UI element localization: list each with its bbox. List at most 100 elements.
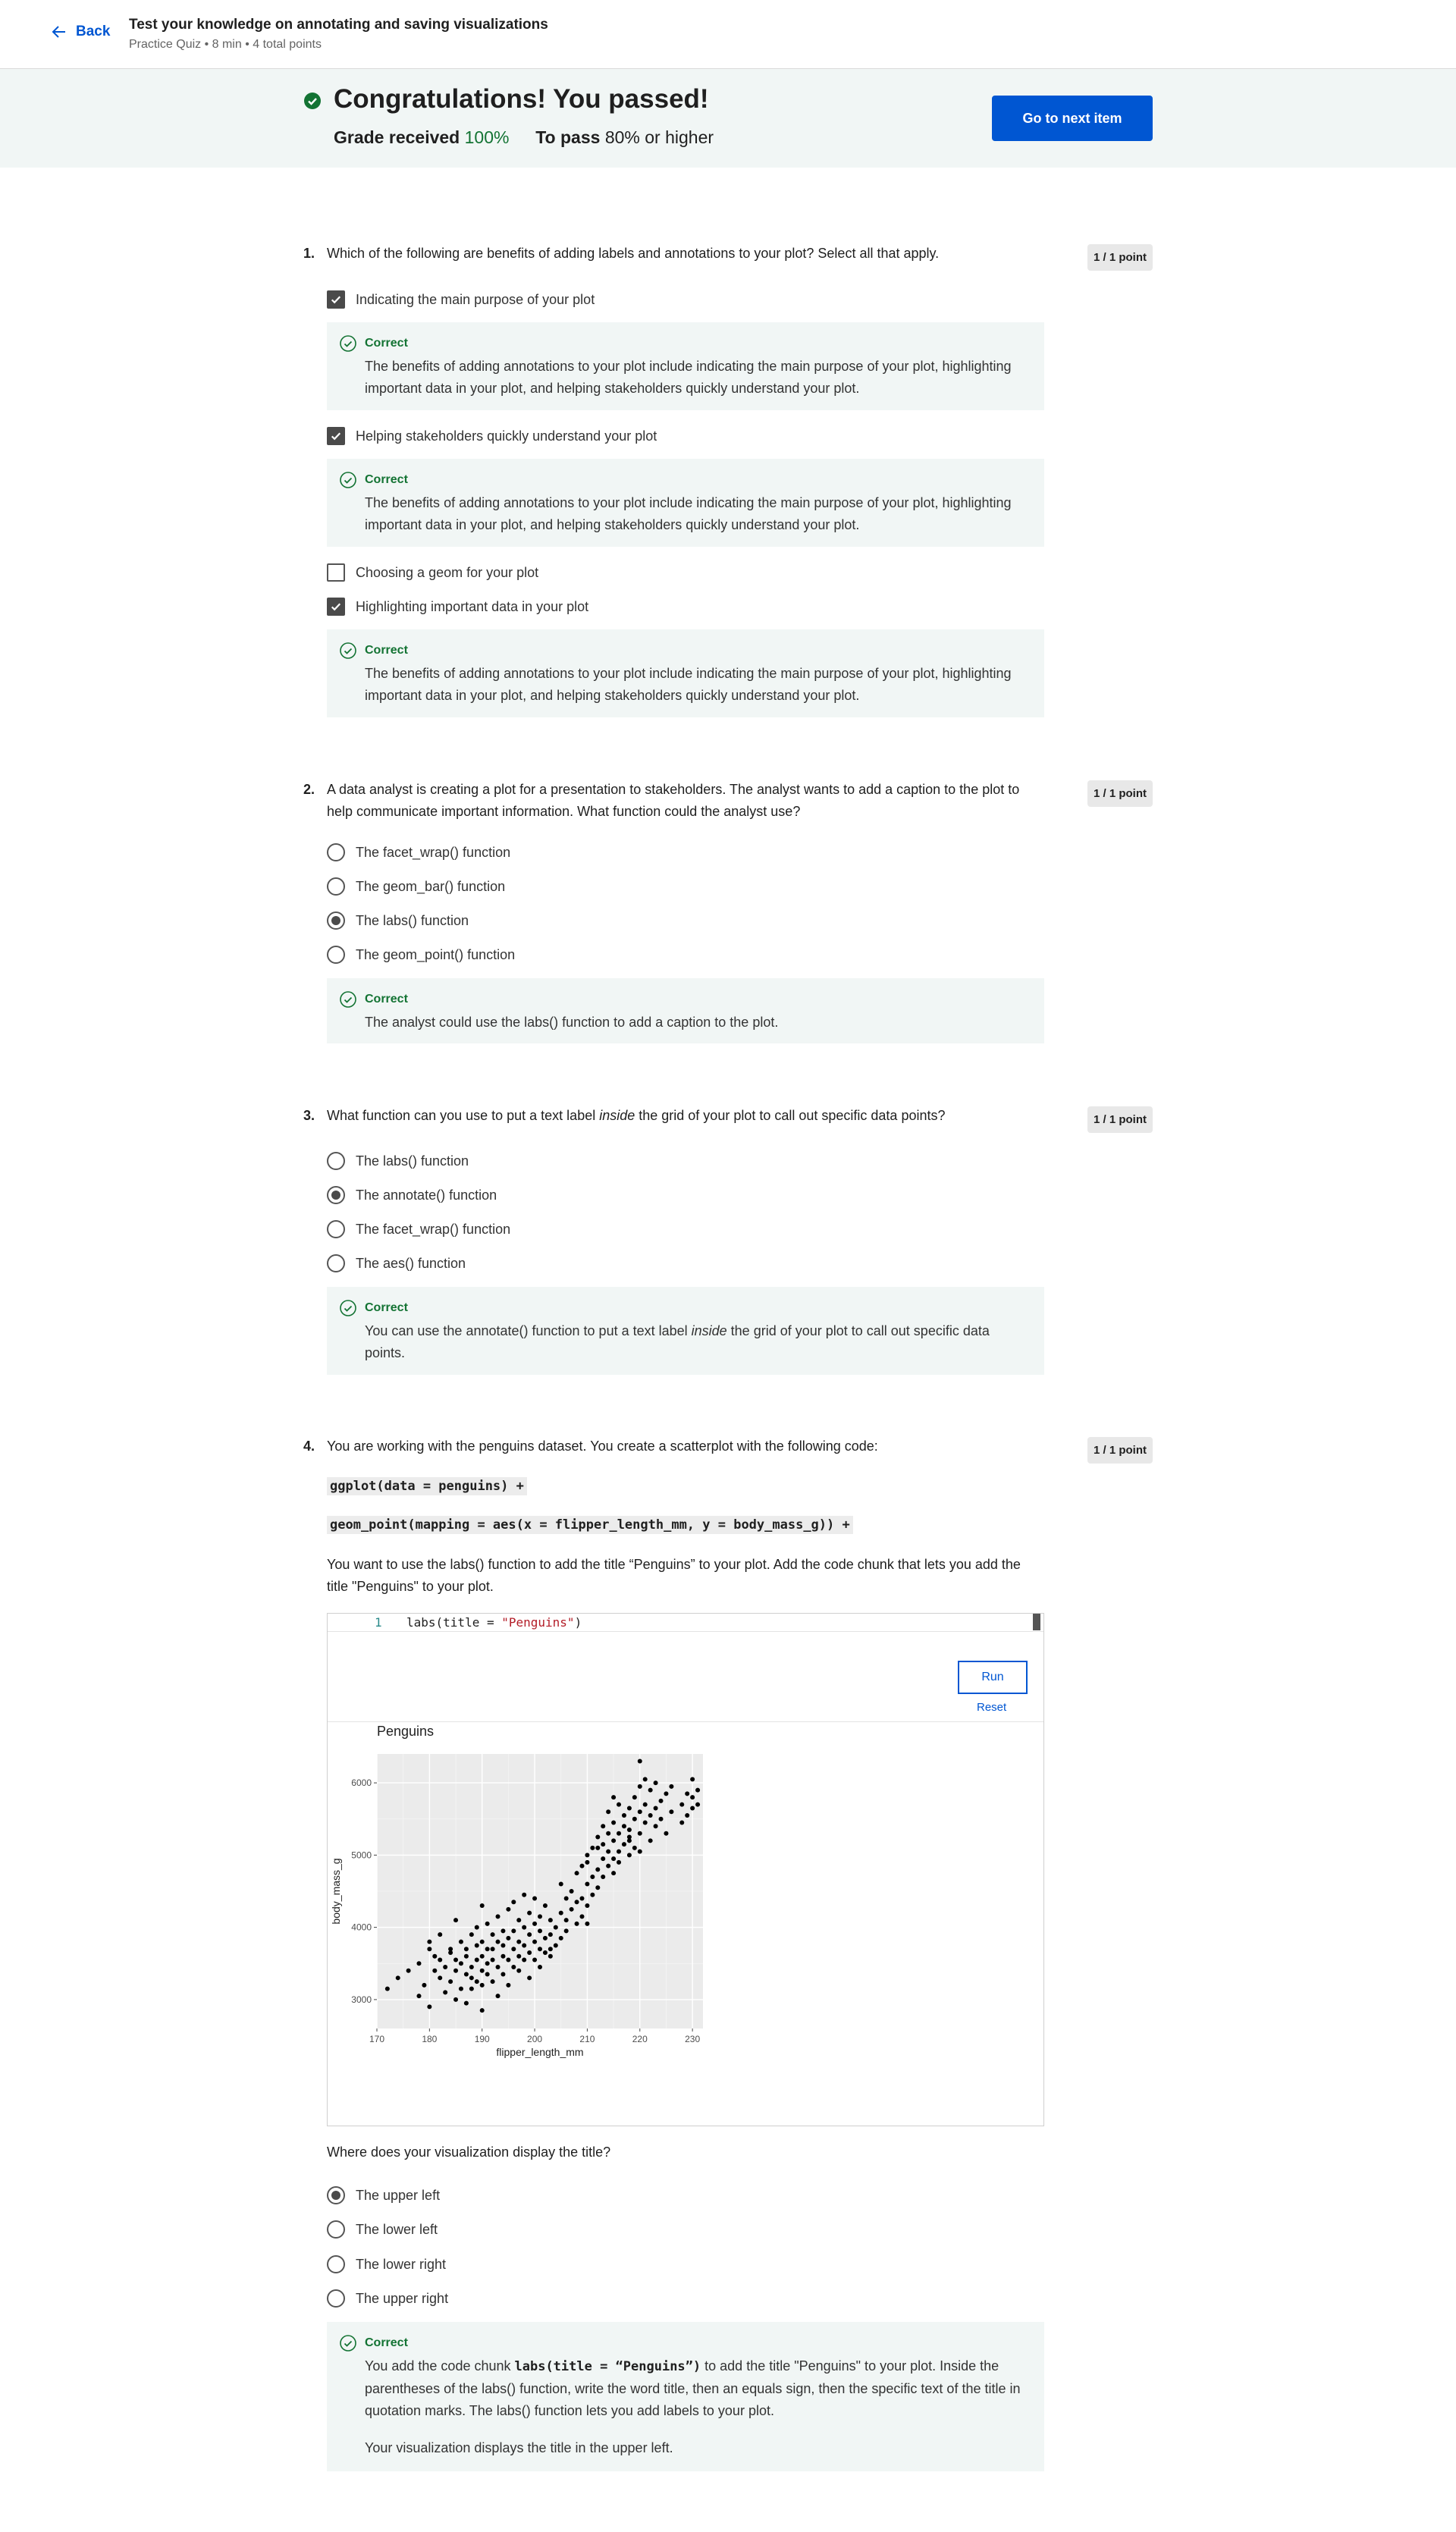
option-radio[interactable]: The geom_point() function xyxy=(327,943,515,966)
data-point xyxy=(695,1787,701,1793)
option-radio[interactable]: The lower right xyxy=(327,2253,446,2276)
option-label: Choosing a geom for your plot xyxy=(356,564,539,580)
x-tick-label: 170 xyxy=(369,2034,384,2044)
line-number: 1 xyxy=(375,1615,382,1630)
data-point xyxy=(626,1853,632,1858)
option-label: The facet_wrap() function xyxy=(356,844,511,860)
data-point xyxy=(469,1965,474,1970)
data-point xyxy=(574,1921,579,1926)
data-point xyxy=(574,1900,579,1905)
data-point xyxy=(474,1925,479,1930)
data-point xyxy=(522,1943,527,1948)
data-point xyxy=(601,1874,606,1879)
data-point xyxy=(601,1824,606,1829)
option-label: The facet_wrap() function xyxy=(356,1221,511,1237)
option-label: The lower left xyxy=(356,2221,438,2237)
data-point xyxy=(490,1932,495,1937)
option-radio[interactable]: The annotate() function xyxy=(327,1184,497,1206)
data-point xyxy=(669,1784,674,1789)
y-axis-label: body_mass_g xyxy=(330,1858,342,1924)
data-point xyxy=(463,2000,469,2006)
editor-line[interactable]: 1 labs(title = "Penguins") xyxy=(328,1614,1043,1632)
radio-selected[interactable] xyxy=(327,2186,345,2204)
question-instruction: You want to use the labs() function to a… xyxy=(327,1557,1021,1594)
data-point xyxy=(548,1918,553,1923)
radio-selected[interactable] xyxy=(327,911,345,930)
data-point xyxy=(595,1834,601,1840)
radio-unselected[interactable] xyxy=(327,2289,345,2308)
data-point xyxy=(611,1856,617,1862)
back-button[interactable]: Back xyxy=(50,23,110,41)
x-axis-label: flipper_length_mm xyxy=(496,2046,583,2058)
data-point xyxy=(479,1903,485,1909)
followup-question: Where does your visualization display th… xyxy=(327,2145,611,2160)
option-radio[interactable]: The upper right xyxy=(327,2287,448,2310)
option-radio[interactable]: The lower left xyxy=(327,2218,438,2241)
data-point xyxy=(522,1957,527,1963)
data-point xyxy=(637,1809,642,1815)
data-point xyxy=(658,1798,664,1803)
x-tick-label: 190 xyxy=(475,2034,490,2044)
data-point xyxy=(553,1943,558,1948)
data-point xyxy=(695,1802,701,1807)
option-checkbox[interactable]: Indicating the main purpose of your plot xyxy=(327,288,595,311)
data-point xyxy=(495,1965,500,1970)
scrollbar[interactable] xyxy=(1033,1614,1040,1630)
data-point xyxy=(458,1939,463,1944)
option-radio[interactable]: The geom_bar() function xyxy=(327,875,505,898)
next-item-button[interactable]: Go to next item xyxy=(992,96,1153,141)
reset-button[interactable]: Reset xyxy=(977,1701,1006,1714)
checkbox-checked[interactable] xyxy=(327,290,345,309)
data-point xyxy=(511,1947,516,1952)
option-radio[interactable]: The facet_wrap() function xyxy=(327,1218,510,1241)
data-point xyxy=(474,1979,479,1984)
data-point xyxy=(516,1939,522,1944)
data-point xyxy=(443,1965,448,1970)
data-point xyxy=(516,1968,522,1973)
radio-unselected[interactable] xyxy=(327,2220,345,2239)
option-radio[interactable]: The facet_wrap() function xyxy=(327,841,510,864)
radio-selected[interactable] xyxy=(327,1186,345,1204)
result-banner: Congratulations! You passed! Grade recei… xyxy=(0,69,1456,168)
radio-unselected[interactable] xyxy=(327,877,345,896)
data-point xyxy=(458,1986,463,1991)
points-badge: 1 / 1 point xyxy=(1087,780,1153,807)
data-point xyxy=(664,1831,669,1836)
data-point xyxy=(500,1953,506,1959)
data-point xyxy=(590,1892,595,1897)
option-radio[interactable]: The aes() function xyxy=(327,1252,466,1275)
x-tick-label: 220 xyxy=(632,2034,648,2044)
data-point xyxy=(637,1784,642,1789)
radio-unselected[interactable] xyxy=(327,946,345,964)
option-radio[interactable]: The upper left xyxy=(327,2184,440,2207)
editor-code[interactable]: labs(title = "Penguins") xyxy=(406,1615,582,1630)
option-radio[interactable]: The labs() function xyxy=(327,909,469,932)
radio-unselected[interactable] xyxy=(327,1220,345,1238)
data-point xyxy=(642,1802,648,1807)
data-point xyxy=(427,2004,432,2010)
option-checkbox[interactable]: Highlighting important data in your plot xyxy=(327,595,588,618)
data-point xyxy=(463,1953,469,1959)
option-radio[interactable]: The labs() function xyxy=(327,1150,469,1172)
data-point xyxy=(438,1957,443,1963)
option-checkbox[interactable]: Choosing a geom for your plot xyxy=(327,561,538,584)
radio-unselected[interactable] xyxy=(327,2255,345,2273)
radio-unselected[interactable] xyxy=(327,843,345,861)
radio-unselected[interactable] xyxy=(327,1152,345,1170)
checkbox-checked[interactable] xyxy=(327,598,345,616)
check-circle-outline-icon xyxy=(340,472,356,488)
data-point xyxy=(485,1947,490,1952)
data-point xyxy=(506,1935,511,1941)
checkbox-checked[interactable] xyxy=(327,427,345,445)
back-label: Back xyxy=(76,24,111,39)
data-point xyxy=(453,1968,459,1973)
run-button[interactable]: Run xyxy=(958,1661,1028,1694)
data-point xyxy=(606,1809,611,1815)
radio-unselected[interactable] xyxy=(327,1254,345,1272)
data-point xyxy=(479,1939,485,1944)
data-point xyxy=(563,1928,569,1934)
data-point xyxy=(438,1932,443,1937)
y-tick-label: 6000 xyxy=(351,1777,372,1788)
option-checkbox[interactable]: Helping stakeholders quickly understand … xyxy=(327,425,657,447)
checkbox-unchecked[interactable] xyxy=(327,563,345,582)
